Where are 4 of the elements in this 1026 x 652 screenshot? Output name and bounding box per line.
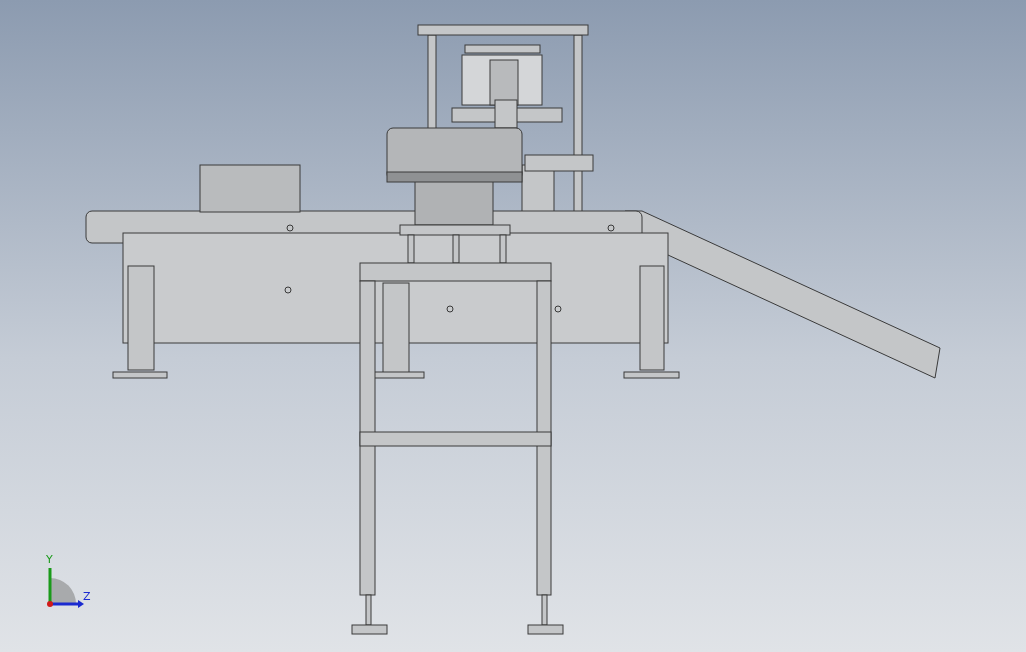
axis-triad-icon <box>47 568 84 608</box>
cad-viewport[interactable]: Y Z <box>0 0 1026 652</box>
axis-label: Y <box>46 553 53 566</box>
axis-label: Z <box>83 590 91 603</box>
